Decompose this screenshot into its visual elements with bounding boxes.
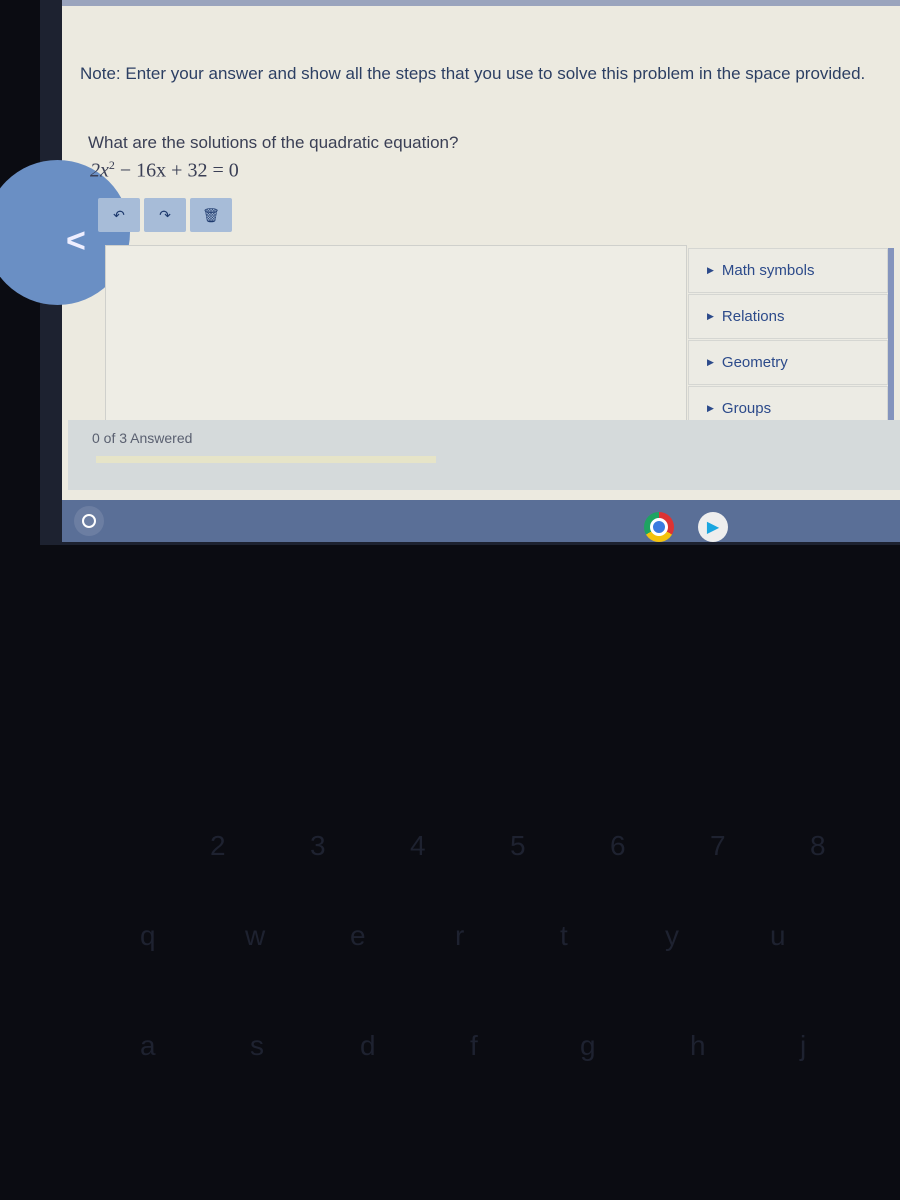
undo-button[interactable]: ↶ [98,198,140,232]
launcher-button[interactable] [74,506,104,536]
keyboard-key: 2 [210,830,226,861]
keyboard-key: 7 [710,830,726,861]
chrome-icon[interactable] [644,512,674,542]
keyboard-key: 8 [810,830,826,861]
answer-editor[interactable] [105,245,687,422]
caret-right-icon: ▶ [707,265,714,275]
instruction-note: Note: Enter your answer and show all the… [80,64,866,83]
equation-term: 2x [90,159,109,182]
trash-icon: 🗑 [202,206,220,223]
clear-button[interactable]: 🗑 [190,198,232,232]
question-text: What are the solutions of the quadratic … [88,133,459,152]
keyboard-key: y [665,920,679,951]
panel-geometry[interactable]: ▶ Geometry [688,340,888,385]
keyboard-key: j [800,1030,807,1061]
launcher-icon [82,514,96,528]
keyboard-key: 6 [610,830,626,861]
keyboard-key: d [360,1030,376,1061]
undo-icon: ↶ [113,206,125,223]
keyboard-key: a [140,1030,156,1061]
keyboard-key: e [350,920,366,951]
symbol-panel: ▶ Math symbols ▶ Relations ▶ Geometry ▶ Grou… [688,248,894,431]
caret-right-icon: ▶ [707,403,714,413]
os-shelf: ▶ [62,500,900,542]
panel-item-label: Geometry [721,354,788,371]
play-store-icon[interactable]: ▶ [698,512,728,542]
answered-count: 0 of 3 Answered [92,430,193,446]
keyboard-key: q [140,920,156,951]
panel-item-label: Groups [721,400,772,417]
keyboard-key: r [455,920,465,951]
panel-item-label: Math symbols [721,262,815,279]
status-bar: 0 of 3 Answered [68,420,900,490]
keyboard: 2 3 4 5 6 7 8 q w e r t y u a s d f g h j [0,740,900,1200]
keyboard-key: s [250,1030,264,1061]
keyboard-key: g [580,1030,596,1061]
browser-top-edge [62,0,900,6]
caret-right-icon: ▶ [707,357,714,367]
keyboard-key: h [690,1030,706,1061]
keyboard-key: w [245,920,266,951]
keyboard-key: f [470,1030,478,1061]
keyboard-key: 4 [410,830,426,861]
keyboard-key: u [770,920,786,951]
keyboard-key: 3 [310,830,326,861]
panel-item-label: Relations [721,308,785,325]
progress-bar [96,456,436,463]
keyboard-key: t [560,920,568,951]
redo-button[interactable]: ↷ [144,198,186,232]
caret-right-icon: ▶ [707,311,714,321]
redo-icon: ↷ [159,206,171,223]
equation-rest: − 16x + 32 = 0 [114,159,239,182]
panel-math-symbols[interactable]: ▶ Math symbols [688,248,888,293]
panel-relations[interactable]: ▶ Relations [688,294,888,339]
equation: 2x2 − 16x + 32 = 0 [90,158,239,183]
chevron-left-icon[interactable]: < [66,222,86,261]
keyboard-key: 5 [510,830,526,861]
